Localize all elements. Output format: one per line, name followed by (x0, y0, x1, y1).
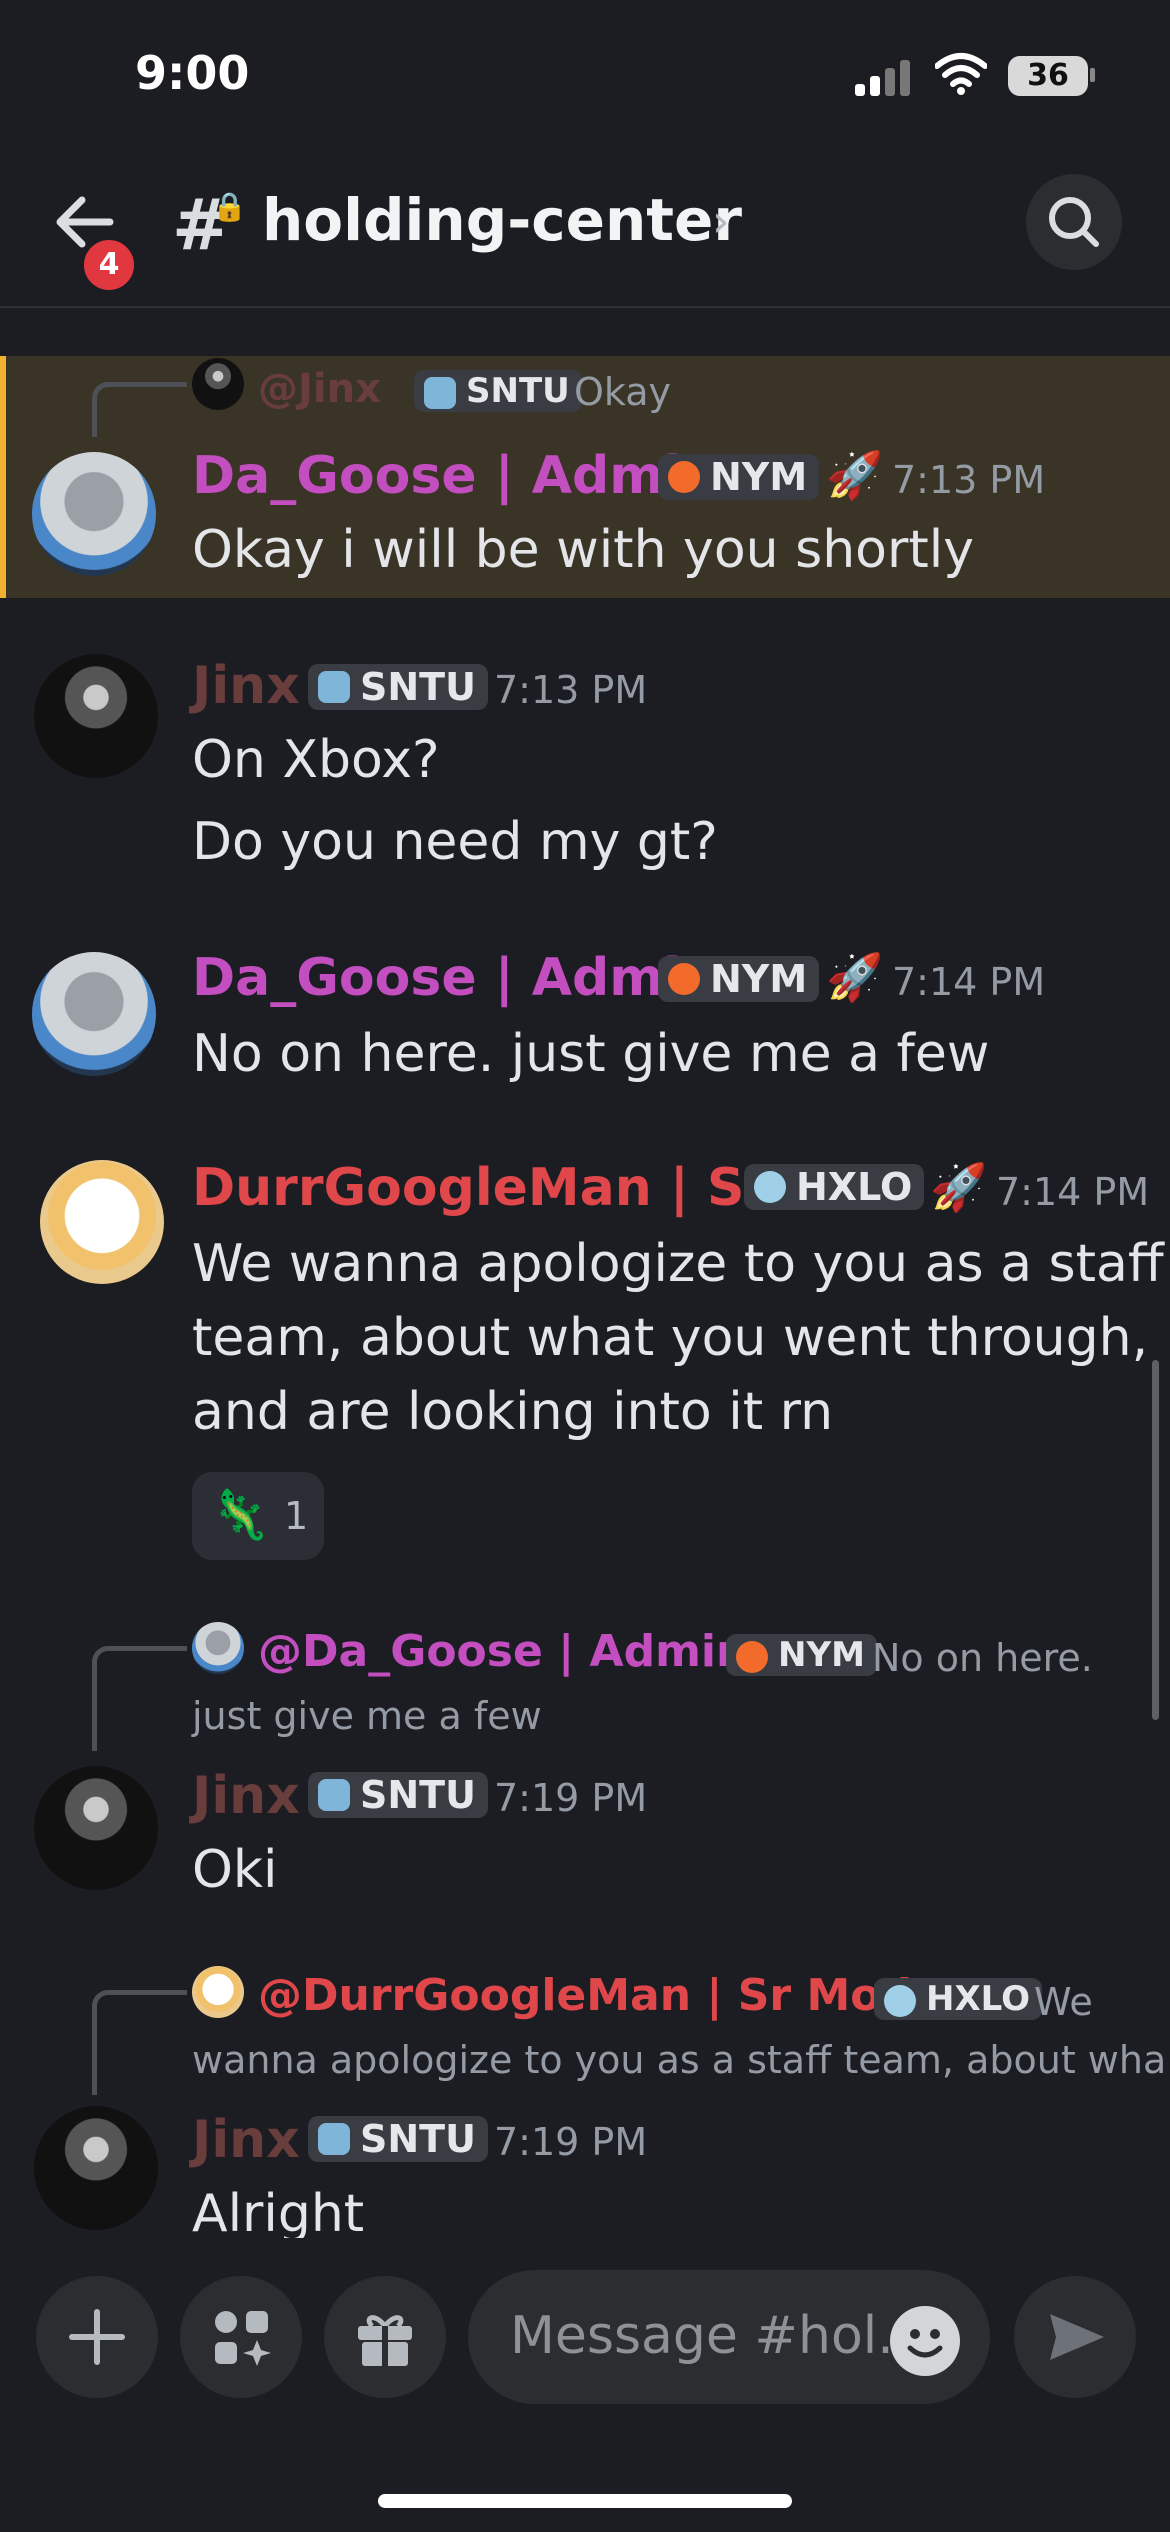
message-text: Alright (192, 2184, 365, 2244)
rocket-icon: 🚀 (826, 448, 884, 502)
home-indicator[interactable] (378, 2494, 792, 2508)
message-text: No on here. just give me a few (192, 1024, 990, 1084)
role-tag: SNTU (308, 1772, 488, 1818)
wifi-icon (935, 53, 987, 95)
avatar[interactable] (32, 452, 156, 576)
message-author[interactable]: Da_Goose | Admin (192, 948, 718, 1008)
avatar[interactable] (34, 2106, 158, 2230)
message-author[interactable]: DurrGoogleMan | Sr... (192, 1158, 822, 1218)
cellular-signal-icon (855, 58, 915, 96)
avatar[interactable] (34, 1766, 158, 1890)
rocket-icon: 🚀 (826, 950, 884, 1004)
message-author[interactable]: Jinx (192, 656, 300, 716)
add-button[interactable] (36, 2276, 158, 2398)
emoji-icon[interactable] (890, 2306, 960, 2376)
gift-button[interactable] (324, 2276, 446, 2398)
timestamp: 7:13 PM (892, 458, 1046, 502)
role-tag: NYM (726, 1634, 877, 1676)
message-text: On Xbox? (192, 730, 440, 790)
message-text: team, about what you went through, (192, 1308, 1149, 1368)
reply-connector (92, 382, 187, 437)
reply-connector (92, 1990, 187, 2095)
scrollbar[interactable] (1152, 1360, 1159, 1720)
message-text: We wanna apologize to you as a staff (192, 1234, 1164, 1294)
lock-icon: 🔒 (212, 190, 247, 223)
unread-badge: 4 (80, 236, 138, 294)
message-author[interactable]: Jinx (192, 2110, 300, 2170)
timestamp: 7:14 PM (892, 960, 1046, 1004)
channel-title[interactable]: holding-center (262, 186, 742, 254)
message-text: Do you need my gt? (192, 812, 718, 872)
role-tag: HXLO (874, 1978, 1043, 2020)
reply-author[interactable]: @Jinx (258, 366, 381, 412)
apps-icon (215, 2311, 271, 2366)
reply-connector (92, 1646, 187, 1751)
battery-level: 36 (1008, 56, 1088, 96)
lizard-icon: 🦎 (210, 1487, 270, 1543)
role-tag: NYM (658, 454, 820, 500)
avatar[interactable] (34, 654, 158, 778)
avatar[interactable] (192, 1622, 244, 1674)
message-text: Oki (192, 1840, 278, 1900)
message-author[interactable]: Da_Goose | Admin (192, 446, 718, 506)
timestamp: 7:19 PM (494, 1776, 648, 1820)
search-button[interactable] (1026, 174, 1122, 270)
reply-preview[interactable]: We (1034, 1980, 1093, 2024)
role-tag: SNTU (308, 664, 488, 710)
reply-preview[interactable]: No on here. (872, 1636, 1093, 1680)
timestamp: 7:14 PM (996, 1170, 1150, 1214)
reply-author[interactable]: @DurrGoogleMan | Sr Mod (258, 1970, 912, 2021)
reply-preview[interactable]: Okay (574, 370, 671, 414)
header-divider (0, 306, 1170, 308)
avatar[interactable] (192, 1966, 244, 2018)
send-icon (1050, 2314, 1104, 2360)
role-tag: SNTU (414, 370, 582, 412)
chevron-right-icon[interactable]: › (712, 196, 730, 247)
role-tag: SNTU (308, 2116, 488, 2162)
plus-icon (69, 2309, 125, 2365)
avatar[interactable] (192, 358, 244, 410)
smile-icon (907, 2329, 943, 2358)
timestamp: 7:19 PM (494, 2120, 648, 2164)
role-tag: NYM (658, 956, 820, 1002)
search-icon (1049, 197, 1099, 247)
gift-icon (358, 2315, 412, 2366)
avatar[interactable] (32, 952, 156, 1076)
battery-tip (1090, 68, 1095, 82)
reply-preview-cont[interactable]: just give me a few (192, 1694, 542, 1738)
message-text: Okay i will be with you shortly (192, 520, 974, 580)
message-author[interactable]: Jinx (192, 1766, 300, 1826)
reply-preview-cont[interactable]: wanna apologize to you as a staff team, … (192, 2038, 1170, 2082)
status-time: 9:00 (135, 46, 250, 100)
apps-button[interactable] (180, 2276, 302, 2398)
reaction-count: 1 (284, 1494, 309, 1538)
message-text: and are looking into it rn (192, 1382, 834, 1442)
send-button[interactable] (1014, 2276, 1136, 2398)
avatar[interactable] (40, 1160, 164, 1284)
role-tag: HXLO (744, 1164, 925, 1210)
message-placeholder[interactable]: Message #hol.. (510, 2306, 910, 2366)
timestamp: 7:13 PM (494, 668, 648, 712)
rocket-icon: 🚀 (930, 1160, 988, 1214)
reply-author[interactable]: @Da_Goose | Admin (258, 1626, 747, 1677)
reaction-chip[interactable]: 🦎 1 (192, 1472, 324, 1560)
